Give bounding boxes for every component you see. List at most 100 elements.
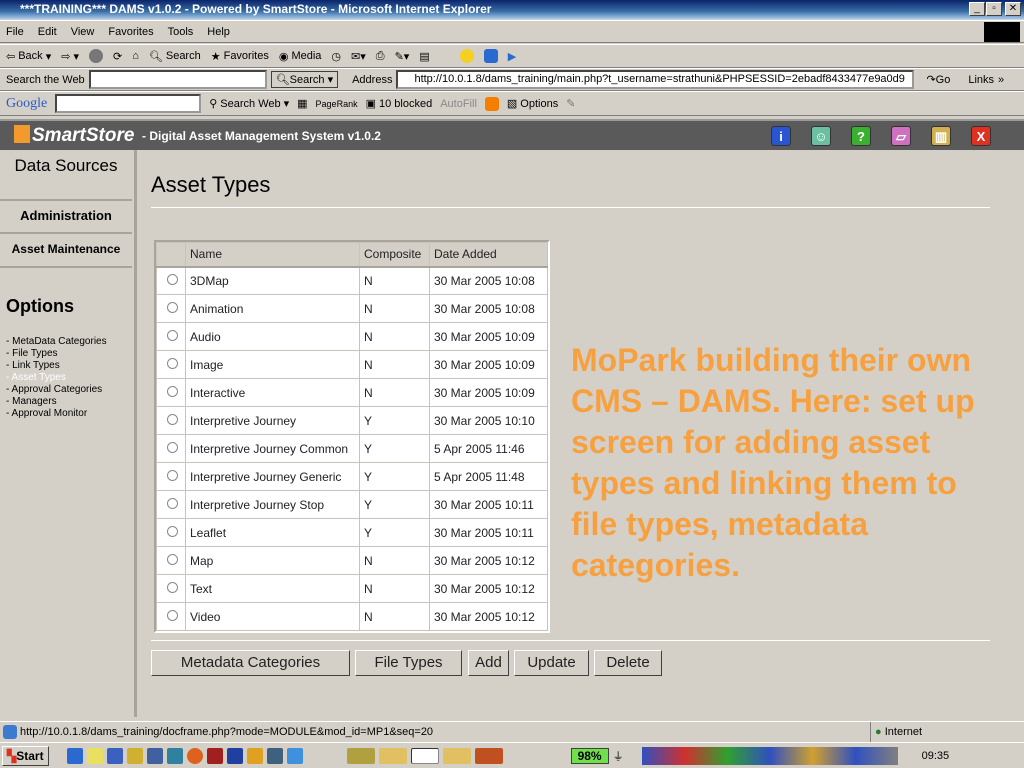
row-radio-button[interactable] (167, 441, 178, 453)
row-select[interactable] (156, 462, 186, 491)
row-select[interactable] (156, 350, 186, 379)
table-row[interactable]: Image N 30 Mar 2005 10:09 (156, 350, 548, 379)
system-tray-icons[interactable] (641, 746, 898, 765)
links-button[interactable]: Links (968, 74, 994, 86)
row-select[interactable] (156, 434, 186, 463)
messenger-icon[interactable] (459, 49, 474, 63)
firefox-quicklaunch-icon[interactable] (186, 747, 203, 764)
close-button[interactable]: ✕ (1005, 2, 1021, 16)
discuss-icon[interactable]: ▤ (419, 50, 429, 63)
media-button[interactable]: ◉ Media (279, 50, 322, 63)
table-row[interactable]: Interpretive Journey Y 30 Mar 2005 10:10 (156, 406, 548, 435)
power-plug-icon[interactable]: ⏚ (613, 748, 624, 764)
forward-button[interactable]: ⇨ ▾ (61, 50, 79, 63)
search-web-input[interactable] (88, 70, 267, 89)
row-radio-button[interactable] (167, 301, 178, 313)
user-icon[interactable]: ☺ (811, 126, 831, 146)
row-select[interactable] (156, 378, 186, 407)
row-radio-button[interactable] (167, 497, 178, 509)
row-radio-button[interactable] (167, 273, 178, 285)
row-select[interactable] (156, 322, 186, 351)
phone-quicklaunch-icon[interactable] (106, 747, 123, 764)
menu-favorites[interactable]: Favorites (108, 26, 153, 38)
app-quicklaunch-icon[interactable] (206, 747, 223, 764)
metadata-categories-button[interactable]: Metadata Categories (151, 650, 350, 676)
delete-button[interactable]: Delete (594, 650, 662, 676)
file-types-button[interactable]: File Types (355, 650, 462, 676)
row-radio-button[interactable] (167, 609, 178, 621)
option-asset-types[interactable]: - Asset Types (6, 372, 66, 383)
table-row[interactable]: Leaflet Y 30 Mar 2005 10:11 (156, 518, 548, 547)
cursor-icon[interactable]: ▶ (508, 50, 516, 63)
menu-file[interactable]: File (6, 26, 24, 38)
go-button[interactable]: ↷Go (926, 73, 950, 86)
row-radio-button[interactable] (167, 413, 178, 425)
autofill-button[interactable]: AutoFill (440, 98, 477, 110)
battery-indicator[interactable]: 98% (570, 747, 609, 764)
table-row[interactable]: 3DMap N 30 Mar 2005 10:08 (156, 266, 548, 295)
stop-icon[interactable] (89, 49, 104, 63)
sidebar-data-sources[interactable]: Data Sources (0, 156, 132, 201)
taskbar-window-2[interactable] (378, 747, 407, 764)
folder-icon[interactable]: ▱ (891, 126, 911, 146)
row-radio-button[interactable] (167, 469, 178, 481)
sync-quicklaunch-icon[interactable] (286, 747, 303, 764)
print-icon[interactable]: ⎙ (376, 50, 385, 63)
row-radio-button[interactable] (167, 525, 178, 537)
help-icon[interactable]: ? (851, 126, 871, 146)
option-approval-categories[interactable]: - Approval Categories (6, 384, 102, 395)
row-select[interactable] (156, 294, 186, 323)
column-header-name[interactable]: Name (185, 242, 360, 268)
chevron-right-icon[interactable]: » (998, 74, 1004, 86)
row-radio-button[interactable] (167, 329, 178, 341)
hp-quicklaunch-icon[interactable] (226, 747, 243, 764)
option-managers[interactable]: - Managers (6, 396, 57, 407)
mail-icon[interactable]: ✉▾ (351, 50, 366, 63)
table-row[interactable]: Audio N 30 Mar 2005 10:09 (156, 322, 548, 351)
row-radio-button[interactable] (167, 553, 178, 565)
exit-icon[interactable]: X (971, 126, 991, 146)
google-logo[interactable]: Google (6, 96, 47, 112)
notes-quicklaunch-icon[interactable] (126, 747, 143, 764)
column-header-composite[interactable]: Composite (359, 242, 430, 268)
mail-quicklaunch-icon[interactable] (86, 747, 103, 764)
table-row[interactable]: Text N 30 Mar 2005 10:12 (156, 574, 548, 603)
row-radio-button[interactable] (167, 357, 178, 369)
row-select[interactable] (156, 574, 186, 603)
menu-help[interactable]: Help (207, 26, 230, 38)
home-icon[interactable]: ⌂ (132, 50, 139, 62)
refresh-icon[interactable]: ⟳ (113, 50, 122, 63)
highlighter-icon[interactable]: ✎ (566, 97, 575, 110)
calculator-quicklaunch-icon[interactable] (166, 747, 183, 764)
row-select[interactable] (156, 602, 186, 631)
edit-icon[interactable]: ✎▾ (395, 50, 410, 63)
ie-quicklaunch-icon[interactable] (66, 747, 83, 764)
popup-blocker-button[interactable]: ▣ 10 blocked (366, 97, 433, 111)
google-search-input[interactable] (55, 94, 202, 113)
address-input[interactable]: http://10.0.1.8/dams_training/main.php?t… (396, 70, 915, 89)
monitor-icon[interactable] (483, 49, 498, 63)
menu-tools[interactable]: Tools (168, 26, 194, 38)
option-link-types[interactable]: - Link Types (6, 360, 60, 371)
row-select[interactable] (156, 406, 186, 435)
table-row[interactable]: Interpretive Journey Common Y 5 Apr 2005… (156, 434, 548, 463)
news-icon[interactable]: ▦ (297, 97, 307, 110)
favorites-button[interactable]: ★ Favorites (211, 50, 269, 63)
menu-edit[interactable]: Edit (38, 26, 57, 38)
taskbar-window-ie-active[interactable] (410, 747, 439, 764)
sidebar-administration[interactable]: Administration (0, 208, 132, 234)
option-file-types[interactable]: - File Types (6, 348, 58, 359)
search-button[interactable]: 🔍︎ Search (149, 50, 201, 63)
taskbar-window-powerpoint[interactable] (474, 747, 503, 764)
table-row[interactable]: Interactive N 30 Mar 2005 10:09 (156, 378, 548, 407)
blogger-icon[interactable] (484, 96, 499, 111)
table-row[interactable]: Animation N 30 Mar 2005 10:08 (156, 294, 548, 323)
option-approval-monitor[interactable]: - Approval Monitor (6, 408, 87, 419)
table-row[interactable]: Interpretive Journey Generic Y 5 Apr 200… (156, 462, 548, 491)
options-button[interactable]: ▧ Options (507, 97, 558, 111)
row-select[interactable] (156, 546, 186, 575)
maximize-button[interactable]: ▫ (986, 2, 1002, 16)
option-metadata-categories[interactable]: - MetaData Categories (6, 336, 107, 347)
table-row[interactable]: Map N 30 Mar 2005 10:12 (156, 546, 548, 575)
row-select[interactable] (156, 266, 186, 295)
